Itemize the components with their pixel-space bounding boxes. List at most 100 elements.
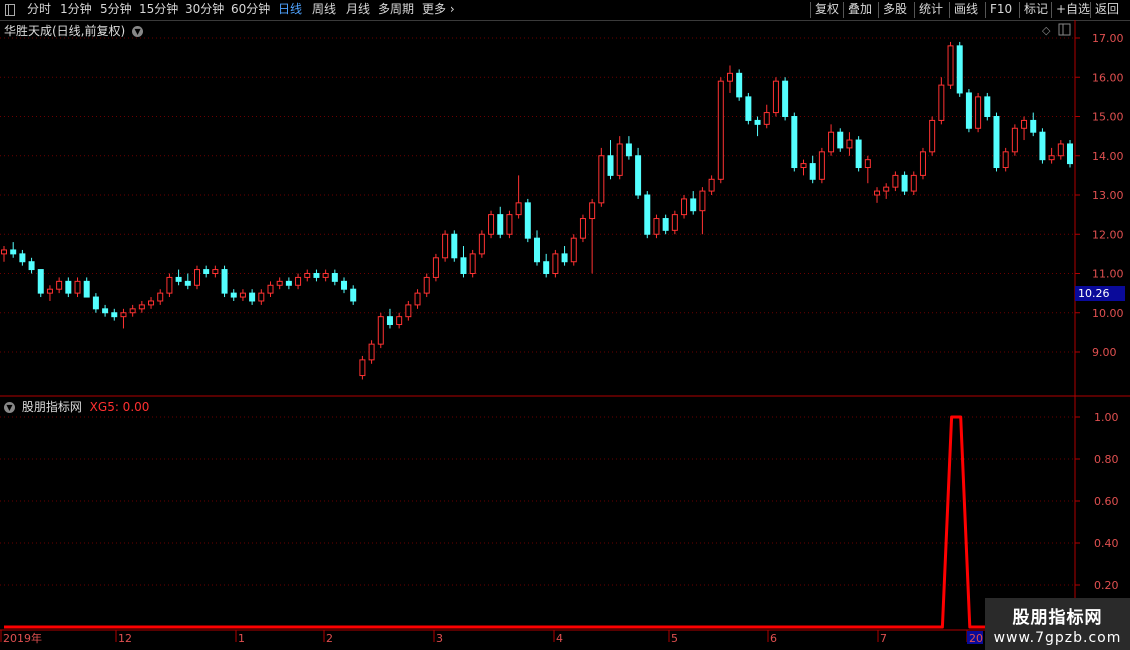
candle-body [193, 269, 200, 286]
candle-body [653, 218, 660, 235]
candle-body [10, 249, 17, 255]
date-label: 4 [556, 632, 563, 645]
date-label: 20 [969, 632, 983, 645]
candle-body [506, 214, 513, 235]
date-label: 1 [238, 632, 245, 645]
candle-body [221, 269, 228, 294]
candle-body [423, 276, 430, 294]
chevron-down-icon[interactable]: ▼ [4, 402, 15, 413]
date-label: 3 [436, 632, 443, 645]
candle-body [929, 119, 936, 153]
chart-area: 17.0016.0015.0014.0013.0012.0011.0010.00… [0, 20, 1130, 645]
chevron-down-icon[interactable]: ▼ [132, 26, 144, 37]
candle-body [102, 308, 109, 314]
candle-body [883, 186, 890, 192]
diamond-icon[interactable]: ◇ [1042, 24, 1051, 37]
candle-body [469, 253, 476, 274]
candle-body [938, 84, 945, 121]
candle-body [138, 304, 145, 310]
candle-body [359, 359, 366, 377]
candle-body [313, 273, 320, 278]
candle-body [37, 269, 44, 294]
candle-body [184, 280, 191, 286]
candle-body [993, 116, 1000, 169]
y-tick-label: 14.00 [1092, 150, 1124, 163]
candle-body [598, 155, 605, 204]
main-chart-title-wrap: 华胜天成(日线,前复权) ▼ [4, 22, 144, 39]
candle-body [607, 155, 614, 176]
y-tick-label: 12.00 [1092, 228, 1124, 241]
indicator-series-label: XG5: 0.00 [89, 400, 150, 414]
current-price-value: 10.26 [1078, 287, 1110, 300]
candle-body [984, 96, 991, 117]
main-chart-title: 华胜天成(日线,前复权) [4, 24, 126, 38]
candle-body [1067, 143, 1073, 165]
candle-body [65, 280, 72, 294]
candle-body [285, 280, 292, 286]
candle-body [92, 296, 99, 310]
candle-body [726, 72, 733, 82]
panel-maximize-icon[interactable] [1058, 23, 1071, 36]
candle-body [478, 233, 485, 255]
candle-body [267, 284, 274, 294]
xg5-line [4, 415, 1070, 629]
y-tick-label: 13.00 [1092, 189, 1124, 202]
candle-body [405, 304, 412, 318]
indicator-gridlines [0, 416, 1075, 586]
candle-body [589, 202, 596, 220]
y-tick-label: 9.00 [1092, 346, 1117, 359]
candle-body [947, 45, 954, 86]
candle-body [295, 276, 302, 286]
candle-body [736, 72, 743, 98]
candle-body [386, 316, 393, 326]
candle-body [662, 218, 669, 231]
candle-body [772, 80, 779, 114]
candle-body [818, 151, 825, 180]
candle-body [157, 292, 164, 302]
candle-body [120, 312, 127, 318]
candle-body [74, 280, 81, 294]
y-tick-label: 10.00 [1092, 307, 1124, 320]
candle-body [111, 312, 118, 318]
candle-body [239, 292, 246, 298]
candle-body [341, 280, 348, 290]
candle-body [377, 316, 384, 345]
candle-body [754, 119, 761, 125]
candle-body [451, 233, 458, 259]
candle-body [910, 174, 917, 192]
candle-body [396, 316, 403, 326]
candle-body [644, 194, 651, 235]
candle-body [350, 288, 357, 302]
candle-body [19, 253, 26, 263]
date-label: 5 [671, 632, 678, 645]
candle-body [561, 253, 568, 263]
candle-body [892, 174, 899, 188]
candle-body [249, 292, 256, 302]
candle-body [524, 202, 531, 239]
candle-body [791, 116, 798, 169]
y-tick-label: 0.40 [1094, 537, 1119, 550]
candle-body [534, 237, 540, 263]
candle-body [460, 257, 467, 274]
candle-body [809, 163, 816, 180]
candle-body [837, 131, 844, 149]
candle-body [901, 174, 908, 192]
candle-body [616, 143, 623, 176]
candle-body [763, 112, 770, 125]
candle-body [1, 249, 7, 255]
candlestick-series [1, 41, 1073, 380]
candle-body [442, 233, 449, 259]
y-tick-label: 16.00 [1092, 71, 1124, 84]
y-tick-label: 11.00 [1092, 268, 1124, 281]
candle-body [956, 45, 963, 94]
candle-body [148, 300, 155, 306]
candle-body [625, 143, 632, 157]
watermark-title: 股朋指标网 [1012, 608, 1103, 628]
candle-body [690, 198, 697, 212]
date-label: 12 [118, 632, 132, 645]
candle-body [570, 237, 577, 263]
candle-body [258, 292, 265, 302]
indicator-y-ticks: 1.00 0.80 0.60 0.40 0.20 [1075, 411, 1119, 592]
y-tick-label: 1.00 [1094, 411, 1119, 424]
candle-body [129, 308, 136, 314]
